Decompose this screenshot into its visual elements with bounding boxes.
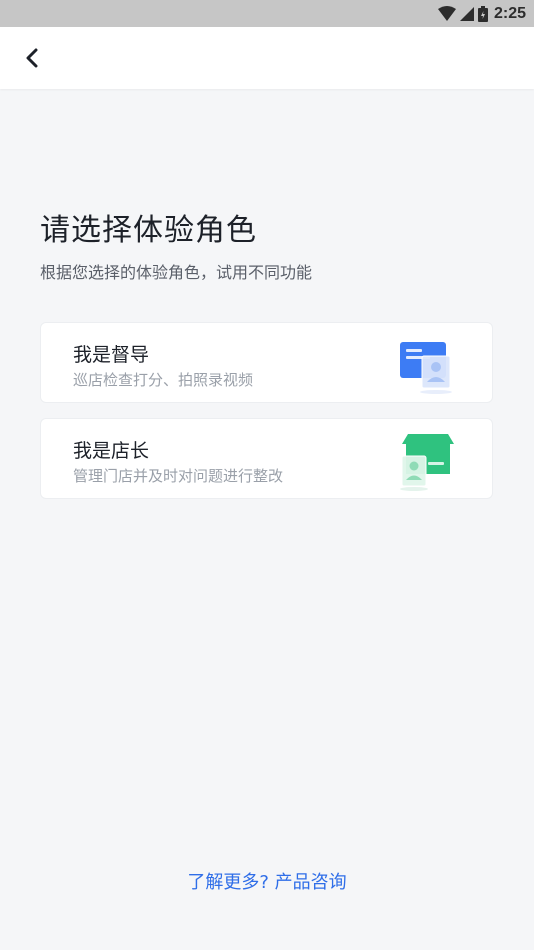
role-description: 巡店检查打分、拍照录视频	[73, 371, 254, 389]
role-title: 我是督导	[73, 344, 150, 366]
signal-icon	[459, 6, 474, 21]
role-card-store-manager[interactable]: 我是店长 管理门店并及时对问题进行整改	[40, 418, 493, 499]
page-subtitle: 根据您选择的体验角色，试用不同功能	[40, 263, 313, 282]
back-button[interactable]	[16, 41, 48, 75]
role-card-supervisor[interactable]: 我是督导 巡店检查打分、拍照录视频	[40, 322, 493, 403]
wifi-icon	[437, 6, 456, 21]
chevron-left-icon	[26, 48, 38, 68]
product-consult-link[interactable]: 了解更多? 产品咨询	[0, 868, 534, 894]
supervisor-icon	[400, 342, 452, 394]
battery-icon	[477, 5, 488, 22]
store-icon	[400, 434, 454, 491]
status-bar: 2:25	[0, 0, 534, 27]
status-time: 2:25	[493, 4, 526, 22]
status-icons: 2:25	[437, 0, 526, 27]
role-title: 我是店长	[73, 440, 150, 462]
role-description: 管理门店并及时对问题进行整改	[73, 467, 284, 485]
page-title: 请选择体验角色	[40, 213, 257, 248]
app-bar	[0, 27, 534, 89]
